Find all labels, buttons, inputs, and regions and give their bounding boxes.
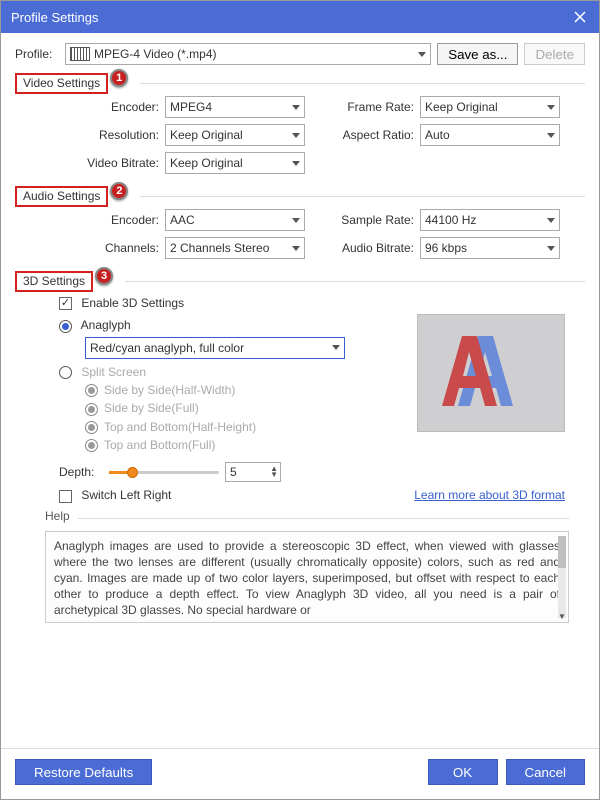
cancel-button[interactable]: Cancel — [506, 759, 586, 785]
learn-more-link[interactable]: Learn more about 3D format — [414, 488, 565, 502]
enable-3d-label: Enable 3D Settings — [81, 296, 184, 310]
scroll-down-icon[interactable]: ▼ — [558, 612, 566, 620]
chevron-down-icon — [292, 246, 300, 251]
callout-1: 1 — [110, 69, 128, 87]
video-encoder-label: Encoder: — [65, 100, 165, 114]
chevron-down-icon — [547, 105, 555, 110]
audio-encoder-select[interactable]: AAC — [165, 209, 305, 231]
chevron-down-icon — [332, 345, 340, 350]
depth-slider[interactable] — [109, 465, 219, 479]
profile-value: MPEG-4 Video (*.mp4) — [94, 47, 414, 61]
chevron-down-icon — [547, 218, 555, 223]
chevron-down-icon — [547, 246, 555, 251]
depth-label: Depth: — [59, 465, 103, 479]
side-full-radio — [85, 403, 98, 416]
chevron-down-icon — [547, 133, 555, 138]
split-screen-radio[interactable] — [59, 366, 72, 379]
help-text: Anaglyph images are used to provide a st… — [45, 531, 569, 623]
3d-settings-section: 3D Settings 3 Enable 3D Settings Anaglyp… — [15, 271, 585, 503]
audio-bitrate-select[interactable]: 96 kbps — [420, 237, 560, 259]
aspect-ratio-label: Aspect Ratio: — [320, 128, 420, 142]
side-half-radio — [85, 384, 98, 397]
dialog-footer: Restore Defaults OK Cancel — [1, 748, 599, 799]
channels-label: Channels: — [65, 241, 165, 255]
top-full-radio — [85, 439, 98, 452]
dialog-body: Profile: MPEG-4 Video (*.mp4) Save as...… — [1, 33, 599, 748]
video-settings-section: Video Settings 1 Encoder: MPEG4 Resoluti… — [15, 73, 585, 180]
format-icon — [70, 47, 90, 61]
video-settings-title: Video Settings — [15, 73, 108, 94]
switch-lr-label: Switch Left Right — [81, 488, 171, 502]
aspect-ratio-select[interactable]: Auto — [420, 124, 560, 146]
chevron-down-icon — [418, 52, 426, 57]
video-bitrate-label: Video Bitrate: — [65, 156, 165, 170]
profile-select[interactable]: MPEG-4 Video (*.mp4) — [65, 43, 431, 65]
frame-rate-select[interactable]: Keep Original — [420, 96, 560, 118]
help-title: Help — [45, 509, 70, 523]
ok-button[interactable]: OK — [428, 759, 498, 785]
top-half-radio — [85, 421, 98, 434]
scrollbar[interactable]: ▲ ▼ — [558, 536, 566, 618]
chevron-down-icon — [292, 218, 300, 223]
chevron-down-icon — [292, 133, 300, 138]
callout-3: 3 — [95, 267, 113, 285]
titlebar: Profile Settings — [1, 1, 599, 33]
profile-settings-dialog: Profile Settings Profile: MPEG-4 Video (… — [0, 0, 600, 800]
chevron-down-icon[interactable]: ▼ — [270, 472, 278, 478]
video-bitrate-select[interactable]: Keep Original — [165, 152, 305, 174]
scrollbar-thumb[interactable] — [558, 536, 566, 569]
restore-defaults-button[interactable]: Restore Defaults — [15, 759, 152, 785]
channels-select[interactable]: 2 Channels Stereo — [165, 237, 305, 259]
chevron-down-icon — [292, 105, 300, 110]
chevron-down-icon — [292, 161, 300, 166]
slider-thumb-icon[interactable] — [127, 467, 138, 478]
audio-settings-section: Audio Settings 2 Encoder: AAC Channels: … — [15, 186, 585, 265]
split-screen-label: Split Screen — [81, 365, 146, 379]
switch-lr-checkbox[interactable] — [59, 490, 72, 503]
depth-stepper[interactable]: 5 ▲▼ — [225, 462, 281, 482]
anaglyph-mode-select[interactable]: Red/cyan anaglyph, full color — [85, 337, 345, 359]
callout-2: 2 — [110, 182, 128, 200]
audio-encoder-label: Encoder: — [65, 213, 165, 227]
resolution-select[interactable]: Keep Original — [165, 124, 305, 146]
audio-bitrate-label: Audio Bitrate: — [320, 241, 420, 255]
video-encoder-select[interactable]: MPEG4 — [165, 96, 305, 118]
resolution-label: Resolution: — [65, 128, 165, 142]
enable-3d-checkbox[interactable] — [59, 297, 72, 310]
3d-settings-title: 3D Settings — [15, 271, 93, 292]
save-as-button[interactable]: Save as... — [437, 43, 518, 65]
delete-button: Delete — [524, 43, 585, 65]
frame-rate-label: Frame Rate: — [320, 100, 420, 114]
help-section: Help Anaglyph images are used to provide… — [45, 509, 569, 623]
audio-settings-title: Audio Settings — [15, 186, 108, 207]
close-icon[interactable] — [571, 8, 589, 26]
profile-row: Profile: MPEG-4 Video (*.mp4) Save as...… — [15, 43, 585, 65]
sample-rate-select[interactable]: 44100 Hz — [420, 209, 560, 231]
window-title: Profile Settings — [11, 10, 571, 25]
sample-rate-label: Sample Rate: — [320, 213, 420, 227]
3d-preview — [417, 314, 565, 432]
anaglyph-label: Anaglyph — [81, 318, 131, 332]
anaglyph-radio[interactable] — [59, 320, 72, 333]
profile-label: Profile: — [15, 47, 59, 61]
